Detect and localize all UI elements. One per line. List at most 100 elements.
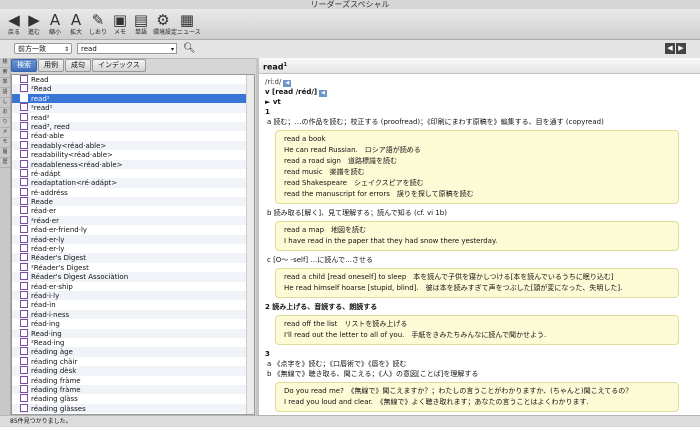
list-tabs: 検索 用例 成句 インデックス — [11, 59, 255, 72]
example-sentence: read music 楽譜を読む — [284, 168, 365, 176]
side-strip-item[interactable]: メ — [0, 128, 10, 138]
toolbar-button-1[interactable]: ▶ 進む — [24, 11, 44, 37]
list-item[interactable]: read¹ — [12, 93, 254, 104]
dictionary-entry-icon — [20, 290, 28, 299]
list-item[interactable]: réading fràme — [12, 384, 254, 395]
tab-3[interactable]: インデックス — [92, 59, 146, 72]
list-item[interactable]: ²Read — [12, 84, 254, 94]
sense-3: 3 — [265, 350, 270, 358]
list-item[interactable]: readably<réad·able> — [12, 140, 254, 151]
back-arrow-icon: ◀ — [8, 11, 20, 29]
audio-icon[interactable]: ◀ — [319, 90, 328, 97]
tab-0[interactable]: 検索 — [11, 59, 37, 72]
search-input[interactable]: read ▾ — [77, 43, 177, 54]
list-item[interactable]: ré·adápt — [12, 168, 254, 178]
list-item-label: ré·adápt — [31, 169, 61, 178]
list-item[interactable]: read² — [12, 112, 254, 122]
toolbar-button-5[interactable]: ▣ メモ — [110, 11, 130, 37]
list-item[interactable]: réad·ing — [12, 319, 254, 328]
list-item[interactable]: réading dèsk — [12, 366, 254, 376]
list-item-label: readaptation<ré·adápt> — [31, 179, 118, 188]
list-item[interactable]: réading glàss — [12, 394, 254, 403]
list-item[interactable]: read³, reed — [12, 121, 254, 132]
list-item[interactable]: Réader's Dìgest — [12, 253, 254, 263]
side-strip-item[interactable]: 語 — [0, 88, 10, 98]
dropdown-arrow-icon[interactable]: ▾ — [171, 44, 174, 55]
toolbar-button-label: 縮小 — [48, 29, 61, 36]
list-item-label: ²read¹ — [31, 104, 53, 113]
status-bar: 85件見つかりました。 — [0, 415, 700, 426]
list-item[interactable]: ²read¹ — [12, 103, 254, 113]
toolbar-button-0[interactable]: ◀ 戻る — [4, 11, 24, 37]
list-item-label: réad·able — [31, 132, 64, 141]
list-item[interactable]: réad-ìn — [12, 300, 254, 309]
toolbar-button-7[interactable]: ⚙ 環境設定 — [153, 11, 177, 37]
side-strip-item[interactable]: お — [0, 108, 10, 118]
dictionary-entry-icon — [20, 131, 28, 140]
list-item[interactable]: réading chàir — [12, 356, 254, 366]
list-item[interactable]: réading fràme — [12, 375, 254, 385]
side-strip-item[interactable]: 索 — [0, 68, 10, 78]
toolbar: ◀ 戻る ▶ 進む A 縮小 A 拡大 ✎ しおり ▣ メモ ▤ 単語 ⚙ 環境設定 ▦ ニュース — [0, 9, 700, 40]
side-strip-item[interactable]: モ — [0, 138, 10, 148]
list-item[interactable]: réad·able — [12, 131, 254, 140]
tab-1[interactable]: 用例 — [38, 59, 64, 72]
result-list[interactable]: Read ²Read read¹ ²read¹ read² read³, reed réad… — [11, 74, 255, 415]
list-item[interactable]: réading glàsses — [12, 403, 254, 414]
toolbar-button-3[interactable]: A 拡大 — [66, 11, 86, 37]
list-item-label: Réader's Dìgest Associàtion — [31, 273, 129, 282]
list-item[interactable]: readability<réad·able> — [12, 150, 254, 159]
list-item[interactable]: réad·er·shìp — [12, 281, 254, 291]
toolbar-button-label: 進む — [27, 29, 40, 36]
dictionary-entry-icon — [20, 93, 28, 102]
dictionary-entry-icon — [20, 150, 28, 159]
side-strip-item[interactable]: 検 — [0, 58, 10, 68]
list-item[interactable]: réad·er-friend·ly — [12, 225, 254, 234]
list-item[interactable]: Reade — [12, 197, 254, 207]
toolbar-button-8[interactable]: ▦ ニュース — [177, 11, 201, 37]
side-strip-item[interactable]: 歴 — [0, 158, 10, 168]
font-enlarge-icon: A — [70, 11, 82, 29]
side-strip-item[interactable]: り — [0, 118, 10, 128]
list-item[interactable]: réading àge — [12, 347, 254, 357]
list-item[interactable]: readableness<réad·able> — [12, 159, 254, 169]
audio-icon[interactable]: ◀ — [283, 80, 292, 87]
search-mode-select[interactable]: 前方一致 ⇕ — [14, 43, 72, 54]
list-item[interactable]: réad·i·ly — [12, 290, 254, 301]
list-scrollbar[interactable] — [246, 75, 254, 414]
list-item[interactable]: réad·i·ness — [12, 309, 254, 320]
history-nav: ◀ ▶ — [664, 43, 686, 55]
list-item[interactable]: ré·addréss — [12, 187, 254, 197]
list-item[interactable]: readaptation<ré·adápt> — [12, 178, 254, 188]
tab-2[interactable]: 成句 — [65, 59, 91, 72]
dictionary-entry-icon — [20, 281, 28, 290]
list-item-label: ²réad·er — [31, 216, 59, 225]
side-strip-item[interactable]: 履 — [0, 148, 10, 158]
chevron-down-icon: ⇕ — [63, 46, 69, 53]
list-item[interactable]: réad·er — [12, 206, 254, 215]
side-strip-item[interactable]: し — [0, 98, 10, 108]
toolbar-button-4[interactable]: ✎ しおり — [88, 11, 108, 37]
dictionary-entry-icon — [20, 300, 28, 309]
dictionary-entry-icon — [20, 187, 28, 196]
next-arrow-icon[interactable]: ▶ — [676, 43, 686, 54]
side-strip-item[interactable]: 単 — [0, 78, 10, 88]
toolbar-button-6[interactable]: ▤ 単語 — [131, 11, 151, 37]
list-item[interactable]: ²Réader's Dìgest — [12, 262, 254, 272]
dictionary-entry-icon — [20, 394, 28, 403]
list-item[interactable]: ²Read·ing — [12, 337, 254, 347]
list-item[interactable]: Réader's Dìgest Associàtion — [12, 272, 254, 282]
example-sentence: read a road sign 道路標識を読む — [284, 157, 397, 165]
toolbar-button-2[interactable]: A 縮小 — [45, 11, 65, 37]
window-title: リーダーズスペシャル — [310, 0, 390, 9]
list-item-label: réad·i·ness — [31, 310, 70, 319]
prev-arrow-icon[interactable]: ◀ — [665, 43, 675, 54]
search-icon[interactable]: 🔍︎ — [183, 42, 196, 55]
list-item[interactable]: Read·ing — [12, 328, 254, 338]
list-item[interactable]: réad·er-ly — [12, 244, 254, 253]
list-item[interactable]: réad·er-ly — [12, 234, 254, 245]
dictionary-entry-icon — [20, 253, 28, 262]
list-item[interactable]: Read — [12, 75, 254, 84]
search-bar: 前方一致 ⇕ read ▾ 🔍︎ ◀ ▶ — [0, 40, 700, 59]
list-item[interactable]: ²réad·er — [12, 215, 254, 226]
